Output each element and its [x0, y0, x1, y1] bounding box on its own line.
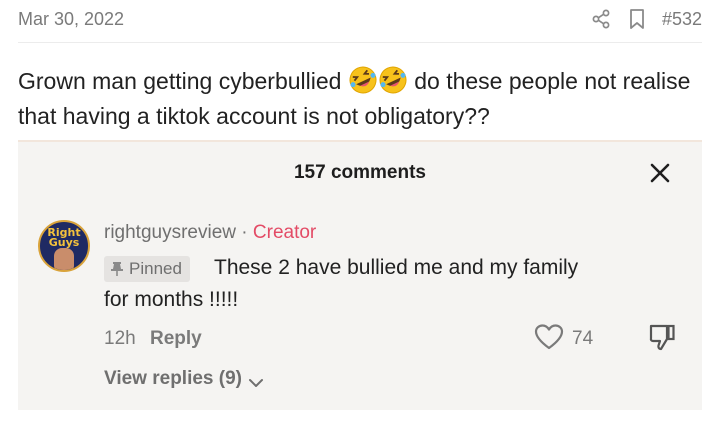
post-text-start: Grown man getting cyberbullied: [18, 68, 348, 94]
creator-badge: Creator: [252, 222, 317, 243]
avatar-face: [54, 248, 74, 270]
comment-author[interactable]: rightguysreview · Creator: [104, 222, 316, 244]
rofl-emoji-icon: [348, 65, 378, 95]
username[interactable]: rightguysreview: [104, 222, 236, 243]
post-header: Mar 30, 2022 #532: [18, 0, 702, 43]
bookmark-icon[interactable]: [626, 8, 648, 30]
chevron-down-icon: [248, 373, 264, 387]
thumbs-down-icon[interactable]: [648, 322, 676, 352]
view-replies-label[interactable]: View replies (9): [104, 368, 242, 390]
close-icon[interactable]: [648, 161, 672, 185]
comments-count-title: 157 comments: [293, 162, 426, 183]
separator: ·: [236, 222, 253, 243]
view-replies-button[interactable]: View replies (9): [104, 368, 264, 390]
avatar-text-line2: Guys: [48, 236, 80, 249]
post-body: Grown man getting cyberbullied do these …: [18, 64, 708, 134]
rofl-emoji-icon: [378, 65, 408, 95]
share-icon[interactable]: [590, 8, 612, 30]
embedded-screenshot: 157 comments Right Guys rightguysreview …: [18, 140, 702, 410]
avatar-logo-text: Right Guys: [40, 227, 88, 249]
like-count: 74: [572, 328, 594, 349]
heart-icon[interactable]: [534, 323, 564, 351]
post-date: Mar 30, 2022: [18, 9, 125, 29]
post-number[interactable]: #532: [662, 9, 702, 30]
reply-button[interactable]: Reply: [150, 328, 202, 350]
comment-text: These 2 have bullied me and my family fo…: [104, 256, 579, 311]
post-actions: #532: [590, 6, 702, 32]
avatar[interactable]: Right Guys: [38, 220, 90, 272]
comment-time: 12h: [104, 328, 136, 349]
